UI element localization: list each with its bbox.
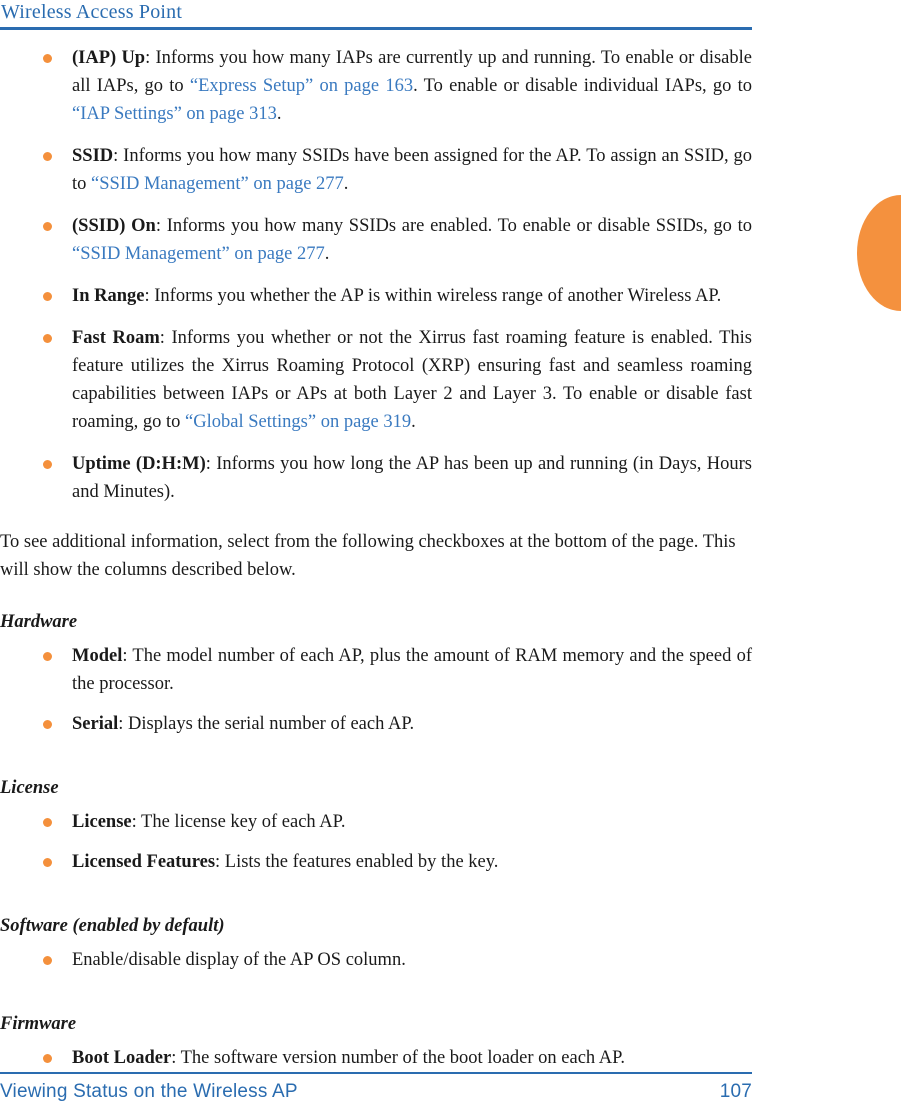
list-item-term: Serial [72, 714, 119, 734]
column-sections: Hardware Model: The model number of each … [0, 584, 752, 1072]
list-item-term: In Range [72, 286, 145, 306]
bullet-icon [43, 1054, 52, 1063]
section-bullet-list: Model: The model number of each AP, plus… [0, 642, 752, 738]
status-bullet-list: (IAP) Up: Informs you how many IAPs are … [0, 44, 752, 506]
list-item: SSID: Informs you how many SSIDs have be… [0, 142, 752, 198]
bullet-icon [43, 460, 52, 469]
list-item-term: (SSID) On [72, 216, 156, 236]
cross-reference-link[interactable]: “SSID Management” on page 277 [91, 174, 344, 194]
chapter-thumb-tab [857, 195, 901, 311]
page-content: (IAP) Up: Informs you how many IAPs are … [0, 44, 752, 1084]
footer-title: Viewing Status on the Wireless AP [0, 1080, 298, 1102]
bullet-icon [43, 858, 52, 867]
section-heading: Hardware [0, 612, 78, 632]
bullet-icon [43, 652, 52, 661]
list-item: Model: The model number of each AP, plus… [0, 642, 752, 698]
list-item-term: Uptime (D:H:M) [72, 454, 206, 474]
list-item-term: Licensed Features [72, 852, 216, 872]
list-item-term: Fast Roam [72, 328, 160, 348]
bullet-icon [43, 54, 52, 63]
page-title: Wireless Access Point [1, 1, 183, 23]
list-item: (IAP) Up: Informs you how many IAPs are … [0, 44, 752, 128]
list-item: Uptime (D:H:M): Informs you how long the… [0, 450, 752, 506]
intro-paragraph: To see additional information, select fr… [0, 532, 736, 580]
section-heading: Firmware [0, 1014, 77, 1034]
list-item: (SSID) On: Informs you how many SSIDs ar… [0, 212, 752, 268]
bullet-icon [43, 956, 52, 965]
section-bullet-list: Boot Loader: The software version number… [0, 1044, 752, 1072]
list-item: Serial: Displays the serial number of ea… [0, 710, 752, 738]
list-item-term: License [72, 812, 132, 832]
cross-reference-link[interactable]: “SSID Management” on page 277 [72, 244, 325, 264]
list-item-term: SSID [72, 146, 114, 166]
header-divider [0, 27, 752, 30]
running-footer: Viewing Status on the Wireless AP 107 [0, 1072, 752, 1104]
list-item: In Range: Informs you whether the AP is … [0, 282, 752, 310]
section-bullet-list: Enable/disable display of the AP OS colu… [0, 946, 752, 974]
cross-reference-link[interactable]: “Global Settings” on page 319 [185, 412, 411, 432]
list-item: Boot Loader: The software version number… [0, 1044, 752, 1072]
bullet-icon [43, 152, 52, 161]
page-number: 107 [719, 1080, 752, 1102]
footer-divider [0, 1072, 752, 1074]
list-item: Fast Roam: Informs you whether or not th… [0, 324, 752, 436]
list-item: Enable/disable display of the AP OS colu… [0, 946, 752, 974]
cross-reference-link[interactable]: “Express Setup” on page 163 [190, 76, 413, 96]
section-heading: Software (enabled by default) [0, 916, 225, 936]
list-item-term: Boot Loader [72, 1048, 172, 1068]
list-item: License: The license key of each AP. [0, 808, 752, 836]
bullet-icon [43, 222, 52, 231]
section-heading: License [0, 778, 59, 798]
bullet-icon [43, 720, 52, 729]
list-item-term: Model [72, 646, 123, 666]
list-item-term: (IAP) Up [72, 48, 146, 68]
bullet-icon [43, 292, 52, 301]
bullet-icon [43, 334, 52, 343]
running-header: Wireless Access Point [0, 0, 752, 30]
cross-reference-link[interactable]: “IAP Settings” on page 313 [72, 104, 277, 124]
bullet-icon [43, 818, 52, 827]
section-bullet-list: License: The license key of each AP. Lice… [0, 808, 752, 876]
document-page: Wireless Access Point (IAP) Up: Informs … [0, 0, 901, 1114]
list-item: Licensed Features: Lists the features en… [0, 848, 752, 876]
